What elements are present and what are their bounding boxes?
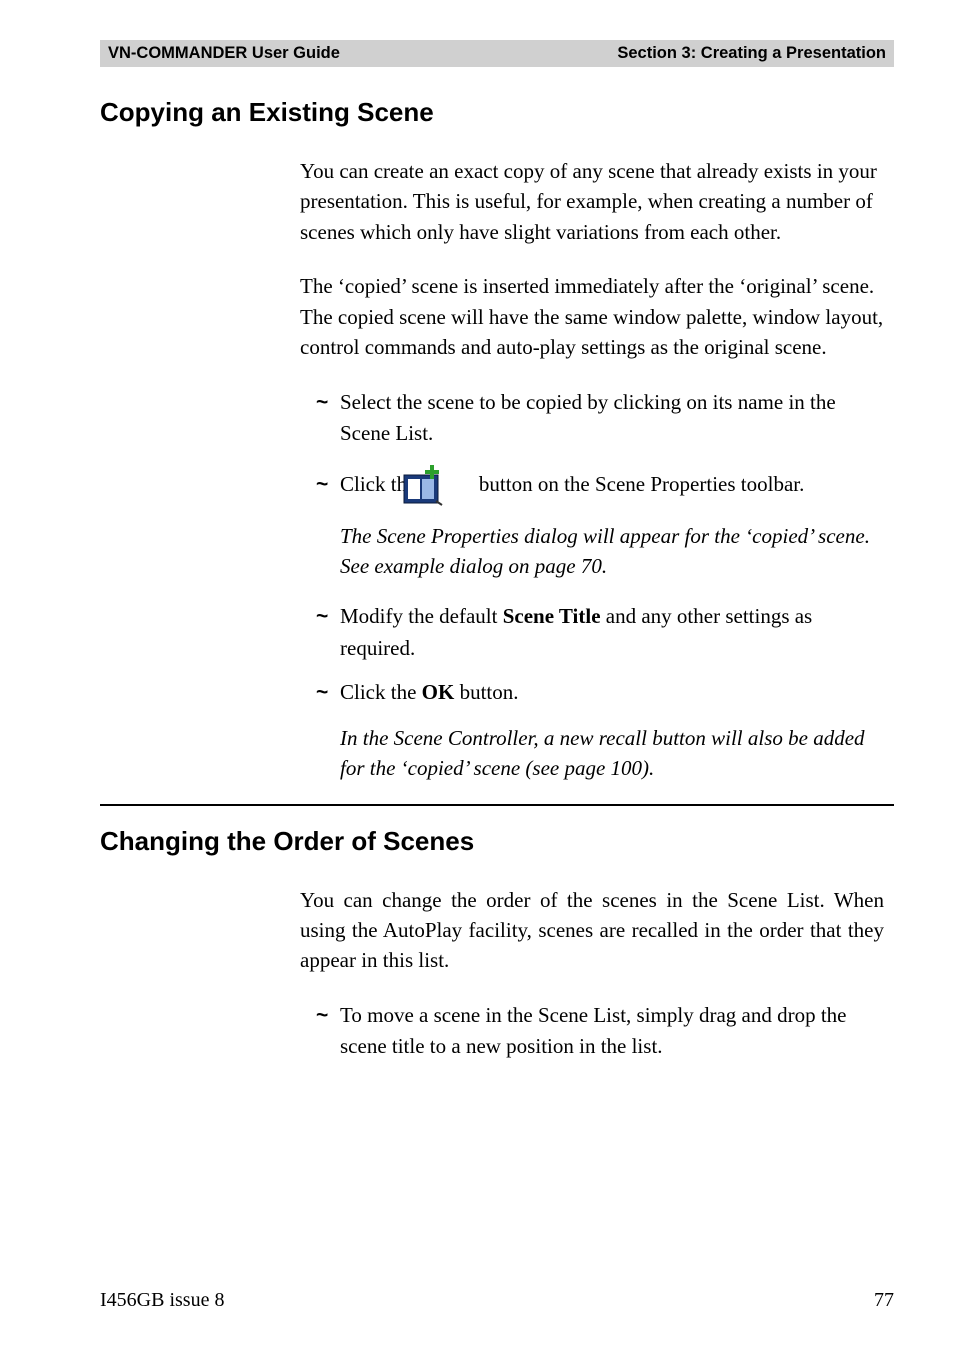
- section1-para1: You can create an exact copy of any scen…: [300, 156, 884, 247]
- section1-step4-note: In the Scene Controller, a new recall bu…: [300, 723, 884, 784]
- page: VN-COMMANDER User Guide Section 3: Creat…: [0, 0, 954, 1352]
- section2-step1: ~To move a scene in the Scene List, simp…: [300, 1000, 884, 1062]
- section2-step1-text: To move a scene in the Scene List, simpl…: [340, 1003, 846, 1058]
- footer-left: I456GB issue 8: [100, 1289, 224, 1312]
- step-marker: ~: [316, 602, 340, 632]
- section1-body: You can create an exact copy of any scen…: [300, 156, 884, 784]
- step-marker: ~: [316, 1001, 340, 1031]
- section1-step3: ~Modify the default Scene Title and any …: [300, 601, 884, 663]
- step-marker: ~: [316, 388, 340, 418]
- step2-text-b: button on the Scene Properties toolbar.: [479, 472, 804, 496]
- header-left: VN-COMMANDER User Guide: [108, 44, 340, 63]
- step3-text-a: Modify the default: [340, 604, 503, 628]
- step4-text-a: Click the: [340, 680, 422, 704]
- footer-right: 77: [874, 1289, 894, 1312]
- section1-step4: ~Click the OK button.: [300, 677, 884, 708]
- header-right: Section 3: Creating a Presentation: [617, 44, 886, 63]
- step-marker: ~: [316, 678, 340, 708]
- section1-para2: The ‘copied’ scene is inserted immediate…: [300, 271, 884, 362]
- section1-title: Copying an Existing Scene: [100, 97, 894, 128]
- step4-text-b: button.: [454, 680, 518, 704]
- section-divider: [100, 804, 894, 806]
- section2-title: Changing the Order of Scenes: [100, 826, 894, 857]
- section2-para1: You can change the order of the scenes i…: [300, 885, 884, 976]
- step1-text: Select the scene to be copied by clickin…: [340, 390, 836, 445]
- step4-bold: OK: [422, 680, 455, 704]
- step-marker: ~: [316, 470, 340, 500]
- section2-body: You can change the order of the scenes i…: [300, 885, 884, 1062]
- step3-bold: Scene Title: [503, 604, 601, 628]
- page-header: VN-COMMANDER User Guide Section 3: Creat…: [100, 40, 894, 67]
- copy-scene-icon: [426, 463, 470, 507]
- section1-step2: ~Click the button on the Scene Propertie…: [300, 463, 884, 507]
- section1-step1: ~Select the scene to be copied by clicki…: [300, 387, 884, 449]
- section1-step2-note: The Scene Properties dialog will appear …: [300, 521, 884, 582]
- page-footer: I456GB issue 8 77: [100, 1289, 894, 1312]
